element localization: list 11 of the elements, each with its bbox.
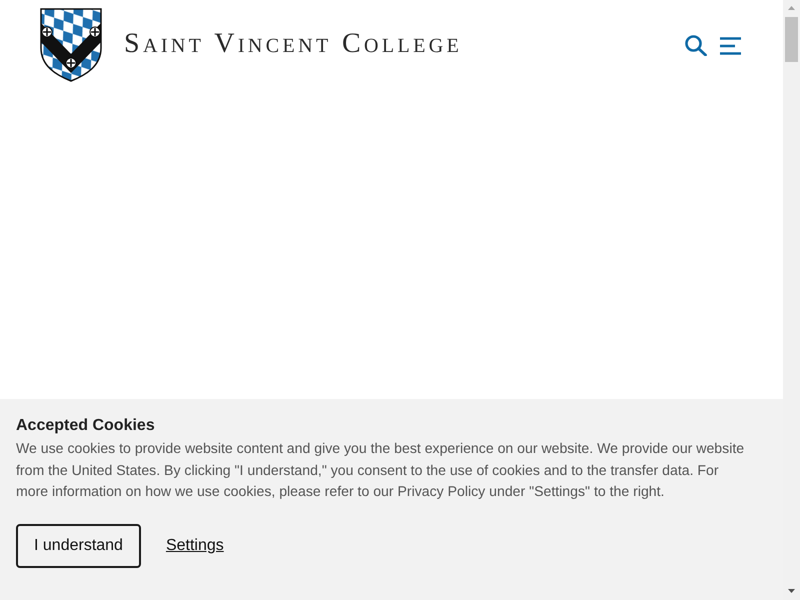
site-title[interactable]: Saint Vincent College [124, 28, 462, 60]
banner-title: Accepted Cookies [16, 416, 156, 436]
understand-button[interactable]: I understand [16, 524, 141, 568]
menu-icon[interactable] [720, 36, 741, 54]
scroll-down-arrow-icon[interactable] [788, 589, 795, 593]
search-icon[interactable] [685, 35, 707, 56]
banner-text: We use cookies to provide website content and give you the best experience on our website. We provide our website from the United States. By clicking "I understand," you consent to the use of cookies and to the transfer data. For more information on how we use cookies, please refer to our Privacy Policy under "Settings" to the right. [16, 439, 746, 502]
settings-link[interactable]: Settings [166, 536, 224, 555]
scrollbar[interactable] [783, 0, 800, 600]
scrollbar-thumb[interactable] [785, 17, 798, 62]
shield-crest-logo[interactable] [40, 8, 102, 82]
